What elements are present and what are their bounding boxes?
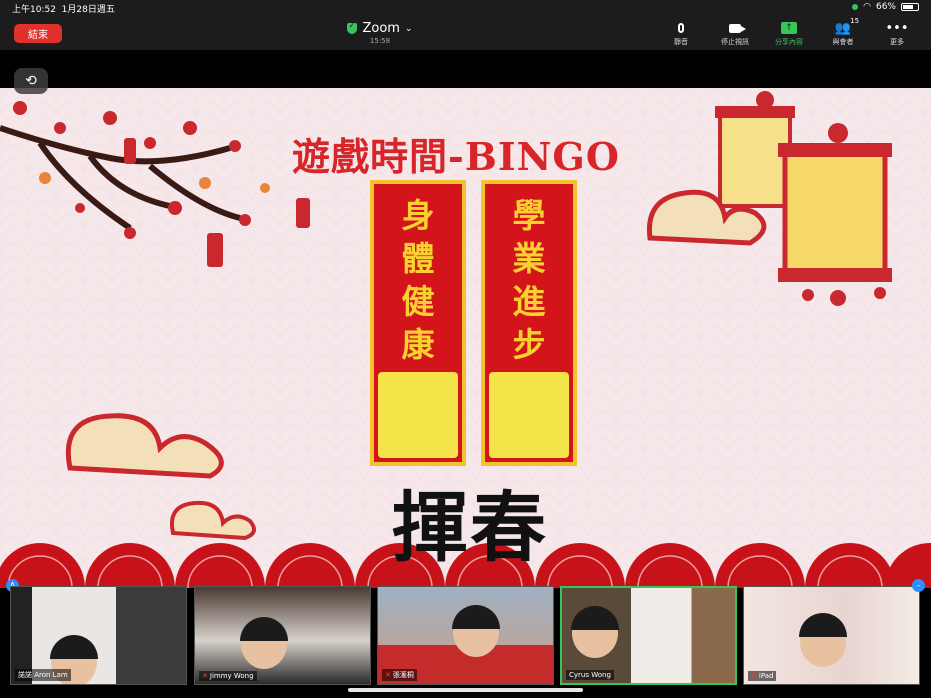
participant-count: 15 — [850, 17, 860, 25]
more-button[interactable]: ••• 更多 — [873, 19, 921, 47]
status-bar: 上午10:52 1月28日週五 ◠ 66% — [0, 0, 931, 16]
battery-percent: 66% — [875, 2, 896, 12]
children-illustration — [489, 372, 569, 458]
children-illustration — [378, 372, 458, 458]
stop-video-label: 停止視訊 — [721, 38, 749, 46]
slide-caption: 揮春 — [392, 483, 548, 572]
share-screen-icon: ↑ — [781, 22, 797, 34]
participant-name: 諾諾 Aron Lam — [15, 669, 71, 681]
video-camera-icon — [729, 23, 746, 33]
camera-flip-icon: ⟲ — [25, 73, 37, 89]
couplet-char: 健 — [401, 282, 435, 321]
participant-name: ✕ Jimmy Wong — [199, 671, 257, 681]
share-content-button[interactable]: ↑ 分享內容 — [765, 19, 813, 47]
wifi-icon: ◠ — [863, 2, 871, 12]
plum-blossom-branch-icon — [0, 101, 310, 267]
chevron-down-icon: ⌄ — [404, 23, 413, 34]
participants-label: 與會者 — [832, 38, 854, 46]
switch-camera-button[interactable]: ⟲ — [14, 68, 48, 94]
encryption-shield-icon — [347, 21, 358, 34]
couplet-char: 業 — [512, 239, 546, 278]
mic-muted-icon: ✕ — [751, 672, 757, 680]
participant-strip: A 諾諾 Aron Lam ✕Jimmy Wong ✕張滙桐 Cyrus Won… — [0, 579, 931, 688]
meeting-title: Zoom — [362, 21, 400, 36]
mute-button[interactable]: 靜音 — [657, 19, 705, 47]
toolbar-actions: 靜音 停止視訊 ↑ 分享內容 👥 15 與會者 ••• 更多 — [657, 17, 921, 47]
camera-in-use-indicator — [852, 4, 859, 10]
participant-tile-active-speaker[interactable]: Cyrus Wong — [560, 586, 737, 685]
participant-tile[interactable]: ✕ iPad — [743, 586, 920, 685]
participant-tile[interactable]: ✕ Jimmy Wong — [194, 586, 371, 685]
participant-name: Cyrus Wong — [566, 670, 614, 680]
mic-muted-icon: ✕ — [385, 671, 391, 679]
couplet-char: 身 — [401, 196, 435, 235]
participant-name: ✕ 張滙桐 — [382, 669, 417, 681]
participants-icon: 👥 — [834, 20, 852, 36]
couplet-char: 學 — [512, 196, 546, 235]
participant-tile[interactable]: ✕ 張滙桐 — [377, 586, 554, 685]
stop-video-button[interactable]: 停止視訊 — [711, 19, 759, 47]
more-dots-icon: ••• — [885, 20, 909, 36]
couplet-char: 體 — [401, 239, 435, 278]
status-time: 上午10:52 1月28日週五 — [12, 5, 115, 15]
status-right: ◠ 66% — [852, 2, 919, 12]
couplet-right: 學 業 進 步 — [481, 180, 577, 466]
meeting-toolbar: 結束 Zoom ⌄ 15:58 靜音 停止視訊 ↑ 分享內容 👥15 與會者 •… — [0, 16, 931, 50]
meeting-title-area[interactable]: Zoom ⌄ 15:58 — [340, 21, 420, 45]
cloud-right-icon — [646, 189, 767, 246]
shared-screen[interactable]: 遊戲時間-BINGO 身 體 健 康 學 業 進 步 揮春 — [0, 88, 931, 588]
meeting-elapsed-time: 15:58 — [369, 37, 391, 45]
couplet-char: 進 — [512, 282, 546, 321]
participants-button[interactable]: 👥 15 與會者 — [819, 17, 867, 47]
slide-title: 遊戲時間-BINGO — [292, 134, 620, 179]
more-label: 更多 — [890, 38, 904, 46]
participant-name: ✕ iPad — [748, 671, 777, 681]
microphone-icon — [678, 23, 684, 33]
battery-icon — [901, 3, 919, 11]
collapse-strip-badge[interactable]: – — [912, 579, 925, 592]
mic-muted-icon: ✕ — [202, 672, 208, 680]
couplet-left: 身 體 健 康 — [370, 180, 466, 466]
share-content-label: 分享內容 — [775, 38, 803, 46]
end-meeting-button[interactable]: 結束 — [14, 24, 62, 43]
mute-label: 靜音 — [674, 38, 688, 46]
couplet-char: 步 — [512, 325, 546, 364]
couplet-char: 康 — [401, 325, 435, 364]
home-indicator[interactable] — [348, 688, 583, 692]
cloud-left-icon — [65, 413, 224, 479]
participant-tile[interactable]: 諾諾 Aron Lam — [10, 586, 187, 685]
